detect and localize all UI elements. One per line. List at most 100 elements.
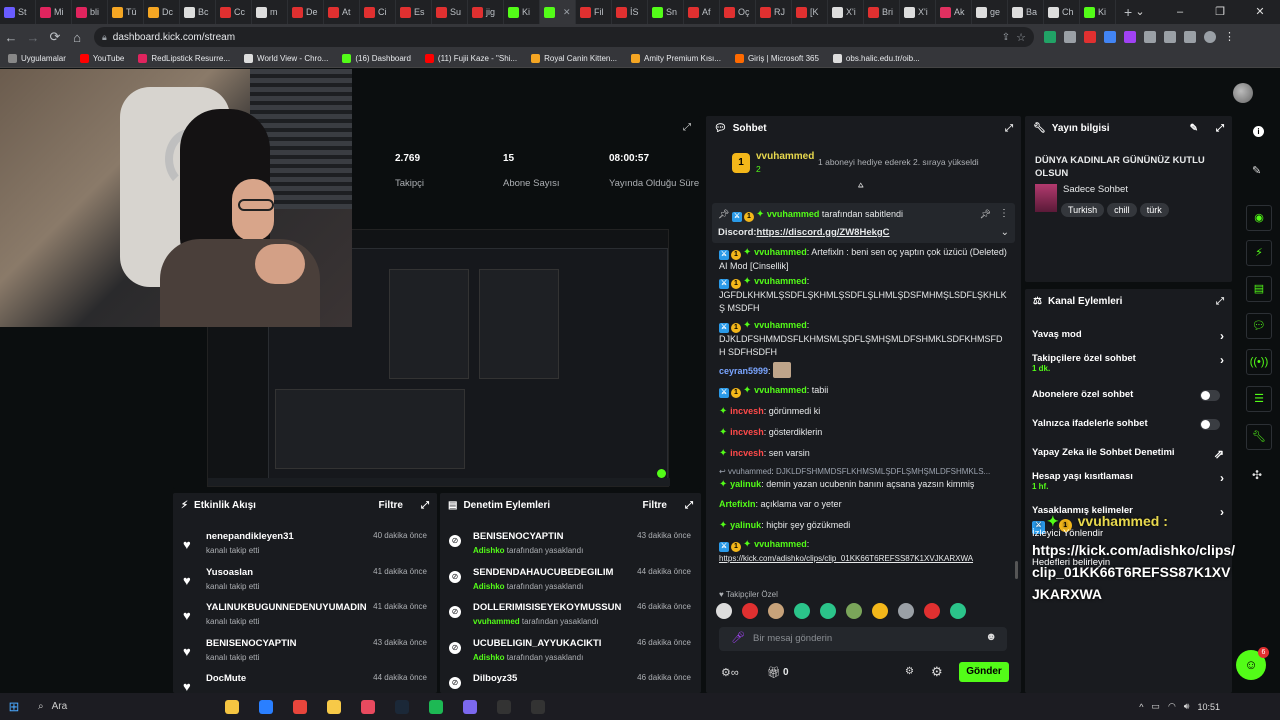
emoji-icon[interactable]: ☻	[985, 631, 997, 643]
media-icon[interactable]	[1164, 31, 1176, 43]
browser-tab[interactable]: İS	[612, 0, 648, 24]
broadcast-icon[interactable]: ((•))	[1246, 349, 1272, 375]
share-icon[interactable]: ⇪	[1002, 32, 1010, 43]
chat-username[interactable]: vvuhammed	[728, 467, 772, 476]
activity-user[interactable]: DocMute	[206, 673, 246, 684]
browser-tab[interactable]: m	[252, 0, 288, 24]
moderator-name[interactable]: Adishko	[473, 546, 505, 555]
edit-icon[interactable]: ✎	[1252, 164, 1261, 177]
emote-icon[interactable]	[742, 603, 758, 619]
activity-user[interactable]: YALINUKBUGUNNEDENUYUMADIN	[206, 602, 367, 613]
camera-icon[interactable]: ◉	[1246, 205, 1272, 231]
tab-close-icon[interactable]: ✕	[563, 7, 571, 18]
tab-search-button[interactable]: ⌄	[1120, 0, 1160, 24]
mod-tools-icon[interactable]: ⚙	[931, 664, 943, 680]
browser-tab[interactable]: Mi	[36, 0, 72, 24]
external-link-icon[interactable]: ⇗	[1214, 447, 1224, 461]
site-info-icon[interactable]: 🔒︎	[102, 32, 107, 43]
emote-icon[interactable]	[716, 603, 732, 619]
taskbar-app-icon[interactable]	[218, 693, 246, 720]
bookmark-item[interactable]: Giriş | Microsoft 365	[734, 54, 819, 63]
chat-username[interactable]: vvuhammed	[754, 539, 807, 549]
edit-pencil-icon[interactable]: ✎	[1190, 123, 1198, 134]
reload-icon[interactable]: ⟳	[44, 29, 66, 45]
moderator-name[interactable]: vvuhammed	[473, 617, 520, 626]
channel-action-row[interactable]: Yavaş mod ›	[1032, 329, 1224, 343]
pinned-by-user[interactable]: vvuhammed	[767, 209, 820, 219]
chevron-right-icon[interactable]: ›	[1220, 353, 1224, 367]
chat-username[interactable]: vvuhammed	[754, 276, 807, 286]
browser-tab[interactable]: At	[324, 0, 360, 24]
emote-icon[interactable]	[872, 603, 888, 619]
pinned-link[interactable]: https://discord.gg/ZW8HekgC	[757, 227, 890, 238]
browser-tab[interactable]: RJ	[756, 0, 792, 24]
url-field[interactable]: 🔒︎ dashboard.kick.com/stream ⇪ ☆	[94, 27, 1034, 47]
taskbar-app-icon[interactable]	[252, 693, 280, 720]
category-name[interactable]: Sadece Sohbet	[1063, 184, 1128, 195]
browser-tab[interactable]: Fil	[576, 0, 612, 24]
extension-icon[interactable]	[1064, 31, 1076, 43]
browser-tab[interactable]: Ci	[360, 0, 396, 24]
lightning-icon[interactable]: ⚡︎	[1246, 240, 1272, 266]
chevron-up-icon[interactable]: ^	[1139, 702, 1143, 712]
taskbar-search[interactable]: ⌕ Ara	[28, 693, 218, 720]
puzzle-icon[interactable]	[1144, 31, 1156, 43]
browser-tab[interactable]: De	[288, 0, 324, 24]
taskbar-app-icon[interactable]	[320, 693, 348, 720]
stream-tag[interactable]: Turkish	[1061, 203, 1105, 217]
shield-extension-icon[interactable]	[1044, 31, 1056, 43]
list-icon[interactable]: ☰	[1246, 386, 1272, 412]
taskbar-app-icon[interactable]	[490, 693, 518, 720]
chat-username[interactable]: incvesh	[730, 427, 764, 437]
windows-start-icon[interactable]: ⊞	[0, 693, 28, 720]
chat-username[interactable]: yalinuk	[730, 479, 761, 489]
moderator-name[interactable]: Adishko	[473, 653, 505, 662]
channel-action-row[interactable]: Yapay Zeka ile Sohbet Denetimi ⇗	[1032, 447, 1224, 461]
bookmark-item[interactable]: Royal Canin Kitten...	[531, 54, 617, 63]
browser-tab[interactable]: Dc	[144, 0, 180, 24]
channel-action-row[interactable]: Takipçilere özel sohbet 1 dk. ›	[1032, 353, 1224, 373]
browser-tab[interactable]: ✕	[540, 0, 576, 24]
channel-action-row[interactable]: Abonelere özel sohbet	[1032, 389, 1224, 401]
info-icon[interactable]: i	[1253, 126, 1264, 137]
bookmark-item[interactable]: YouTube	[79, 54, 124, 63]
moderation-user[interactable]: Dilboyz35	[473, 673, 517, 684]
settings-icon[interactable]: ⚙	[905, 666, 914, 677]
microphone-icon[interactable]: 🎤︎	[731, 631, 745, 644]
chat-username[interactable]: vvuhammed	[754, 247, 807, 257]
close-window-button[interactable]: ✕	[1240, 0, 1280, 24]
chat-text[interactable]: https://kick.com/adishko/clips/clip_01KK…	[719, 554, 973, 563]
browser-tab[interactable]: bli	[72, 0, 108, 24]
battery-icon[interactable]: ▭	[1151, 701, 1160, 712]
toggle-switch[interactable]	[1200, 419, 1220, 430]
emote-icon[interactable]	[768, 603, 784, 619]
bookmark-item[interactable]: obs.halic.edu.tr/oib...	[832, 54, 920, 63]
bookmark-item[interactable]: Uygulamalar	[8, 54, 66, 63]
chat-username[interactable]: yalinuk	[730, 520, 761, 530]
chat-input-box[interactable]: 🎤︎ Bir mesaj gönderin ☻	[719, 627, 1007, 651]
clock[interactable]: 10:51	[1197, 702, 1220, 712]
moderation-user[interactable]: BENISENOCYAPTIN	[473, 531, 563, 542]
browser-tab[interactable]: Cc	[216, 0, 252, 24]
moderation-user[interactable]: DOLLERIMISISEYEKOYMUSSUN	[473, 602, 621, 613]
wifi-icon[interactable]: ◠	[1168, 701, 1176, 712]
forward-icon[interactable]: →	[22, 30, 44, 45]
channel-action-row[interactable]: Hesap yaşı kısıtlaması 1 hf. ›	[1032, 471, 1224, 491]
filter-button[interactable]: Filtre	[379, 500, 403, 511]
chat-scrollbar[interactable]	[1015, 561, 1018, 579]
browser-tab[interactable]: St	[0, 0, 36, 24]
chat-username[interactable]: incvesh	[730, 448, 764, 458]
browser-tab[interactable]: Ki	[504, 0, 540, 24]
chat-username[interactable]: ArtefixIn	[719, 499, 756, 509]
expand-icon[interactable]: ⤢	[683, 122, 691, 133]
browser-tab[interactable]: ge	[972, 0, 1008, 24]
browser-tab[interactable]: Oç	[720, 0, 756, 24]
taskbar-app-icon[interactable]	[388, 693, 416, 720]
browser-tab[interactable]: jig	[468, 0, 504, 24]
activity-user[interactable]: Yusoaslan	[206, 567, 253, 578]
emote-icon[interactable]	[898, 603, 914, 619]
moderator-name[interactable]: Adishko	[473, 582, 505, 591]
browser-tab[interactable]: Es	[396, 0, 432, 24]
unpin-icon[interactable]: 📌︎	[980, 209, 991, 220]
bookmark-star-icon[interactable]: ☆	[1016, 31, 1026, 44]
